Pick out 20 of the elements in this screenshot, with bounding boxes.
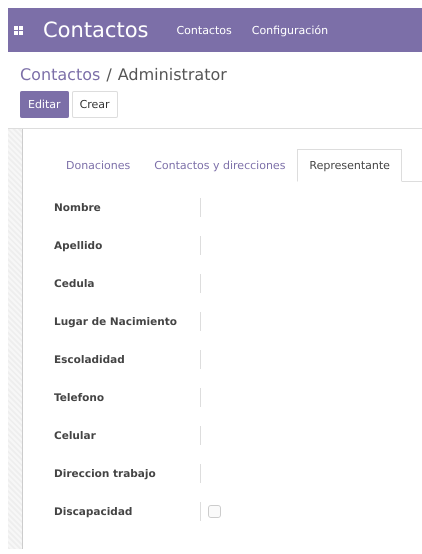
- field-label: Escoladidad: [54, 352, 126, 368]
- field-label: Lugar de Nacimiento: [54, 314, 178, 330]
- field-label: Discapacidad: [54, 504, 134, 520]
- field-label: Direccion trabajo: [54, 466, 157, 482]
- breadcrumb-current: Administrator: [118, 65, 227, 84]
- edit-button[interactable]: Editar: [20, 91, 69, 118]
- field-label: Telefono: [54, 390, 106, 406]
- apps-icon[interactable]: [14, 26, 23, 34]
- field-label: Cedula: [54, 276, 96, 292]
- field-label: Celular: [54, 428, 97, 444]
- checkbox[interactable]: [208, 505, 221, 518]
- tab[interactable]: Representante: [297, 149, 402, 182]
- nav-menu-item[interactable]: Contactos: [176, 24, 232, 36]
- breadcrumb-separator: /: [106, 65, 112, 84]
- breadcrumb-link[interactable]: Contactos: [20, 65, 100, 84]
- create-button[interactable]: Crear: [72, 91, 118, 118]
- field-label: Apellido: [54, 238, 104, 254]
- nav-menu-item[interactable]: Configuración: [252, 24, 328, 36]
- field-label: Nombre: [54, 200, 102, 216]
- app-title: Contactos: [43, 18, 148, 42]
